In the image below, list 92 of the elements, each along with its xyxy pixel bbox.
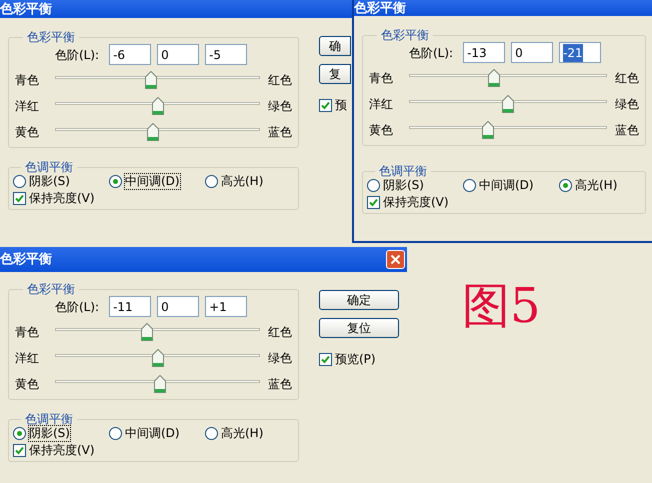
radio-label: 阴影(S) (29, 174, 70, 189)
slider-right-label: 绿色 (614, 96, 639, 113)
checkbox-label: 保持亮度(V) (29, 443, 95, 458)
slider[interactable] (55, 349, 260, 367)
window-title: 色彩平衡 (0, 2, 52, 16)
dialog-button[interactable]: 复 (319, 64, 351, 84)
radio-label: 高光(H) (221, 426, 264, 441)
slider-left-label: 青色 (15, 324, 40, 341)
slider[interactable] (55, 97, 260, 115)
radio-label: 中间调(D) (125, 426, 180, 441)
level-field[interactable]: 0 (157, 44, 200, 65)
window-title: 色彩平衡 (354, 2, 406, 14)
slider-thumb[interactable] (152, 97, 164, 115)
levels-label: 色阶(L): (409, 44, 454, 62)
group-title: 色调平衡 (24, 412, 74, 426)
slider-right-label: 绿色 (267, 350, 292, 367)
level-field[interactable]: -5 (205, 44, 248, 65)
slider-left-label: 青色 (369, 70, 394, 87)
slider-right-label: 红色 (267, 324, 292, 341)
slider-right-label: 绿色 (267, 98, 292, 115)
slider-thumb[interactable] (488, 69, 500, 87)
group-title: 色彩平衡 (26, 282, 76, 296)
radio-button[interactable] (13, 175, 26, 188)
slider[interactable] (409, 95, 607, 113)
slider-right-label: 蓝色 (267, 376, 292, 393)
slider-left-label: 洋红 (369, 96, 394, 113)
radio-label: 高光(H) (575, 178, 618, 193)
dialog-button[interactable]: 确定 (319, 290, 399, 310)
checkbox[interactable] (319, 98, 332, 112)
slider-left-label: 洋红 (15, 98, 40, 115)
slider-thumb[interactable] (145, 71, 158, 89)
checkbox[interactable] (367, 196, 380, 209)
slider-thumb[interactable] (147, 123, 160, 141)
slider[interactable] (55, 375, 260, 393)
slider-thumb[interactable] (502, 95, 514, 113)
checkbox-label: 保持亮度(V) (383, 195, 449, 210)
slider-thumb[interactable] (482, 121, 494, 139)
radio-label: 阴影(S) (383, 178, 424, 193)
level-field[interactable]: 0 (511, 42, 554, 63)
radio-button[interactable] (13, 427, 26, 440)
radio-button[interactable] (205, 175, 218, 188)
checkbox-label: 保持亮度(V) (29, 191, 95, 206)
radio-button[interactable] (463, 179, 476, 192)
dialog-button[interactable]: 确 (319, 36, 351, 56)
dialog-button[interactable]: 复位 (319, 318, 399, 338)
slider[interactable] (409, 69, 607, 87)
slider-left-label: 洋红 (15, 350, 40, 367)
close-icon (390, 254, 401, 265)
slider-left-label: 黄色 (15, 124, 40, 141)
close-button[interactable] (386, 250, 405, 269)
slider-left-label: 青色 (15, 72, 40, 89)
radio-button[interactable] (559, 179, 572, 192)
radio-button[interactable] (109, 427, 122, 440)
checkbox-label: 预览(P) (335, 351, 376, 368)
slider-thumb[interactable] (141, 323, 154, 341)
slider-thumb[interactable] (154, 375, 166, 393)
level-field[interactable]: -6 (109, 44, 152, 65)
checkbox[interactable] (13, 192, 26, 205)
group-title: 色调平衡 (378, 164, 428, 178)
slider-left-label: 黄色 (15, 376, 40, 393)
levels-label: 色阶(L): (55, 298, 100, 316)
slider[interactable] (55, 323, 260, 341)
level-field[interactable]: +1 (205, 296, 248, 317)
group-title: 色彩平衡 (26, 30, 76, 44)
level-field[interactable]: -11 (109, 296, 152, 317)
slider-right-label: 蓝色 (614, 122, 639, 139)
window-title: 色彩平衡 (0, 253, 52, 266)
slider-thumb[interactable] (152, 349, 164, 367)
group-title: 色彩平衡 (380, 28, 430, 42)
figure-caption: 图5 (462, 282, 541, 330)
radio-label: 阴影(S) (29, 426, 70, 441)
level-field[interactable]: -13 (463, 42, 506, 63)
slider-right-label: 红色 (267, 72, 292, 89)
slider-right-label: 红色 (614, 70, 639, 87)
radio-label: 中间调(D) (125, 174, 180, 189)
slider[interactable] (55, 71, 260, 89)
radio-button[interactable] (109, 175, 122, 188)
radio-label: 中间调(D) (479, 178, 534, 193)
slider[interactable] (409, 121, 607, 139)
checkbox-label: 预 (335, 97, 347, 114)
slider-right-label: 蓝色 (267, 124, 292, 141)
levels-label: 色阶(L): (55, 46, 100, 64)
slider[interactable] (55, 123, 260, 141)
radio-label: 高光(H) (221, 174, 264, 189)
level-field[interactable]: -21 (559, 42, 602, 63)
group-title: 色调平衡 (24, 160, 74, 174)
radio-button[interactable] (367, 179, 380, 192)
slider-left-label: 黄色 (369, 122, 394, 139)
checkbox[interactable] (319, 352, 332, 366)
radio-button[interactable] (205, 427, 218, 440)
checkbox[interactable] (13, 444, 26, 457)
level-field[interactable]: 0 (157, 296, 200, 317)
